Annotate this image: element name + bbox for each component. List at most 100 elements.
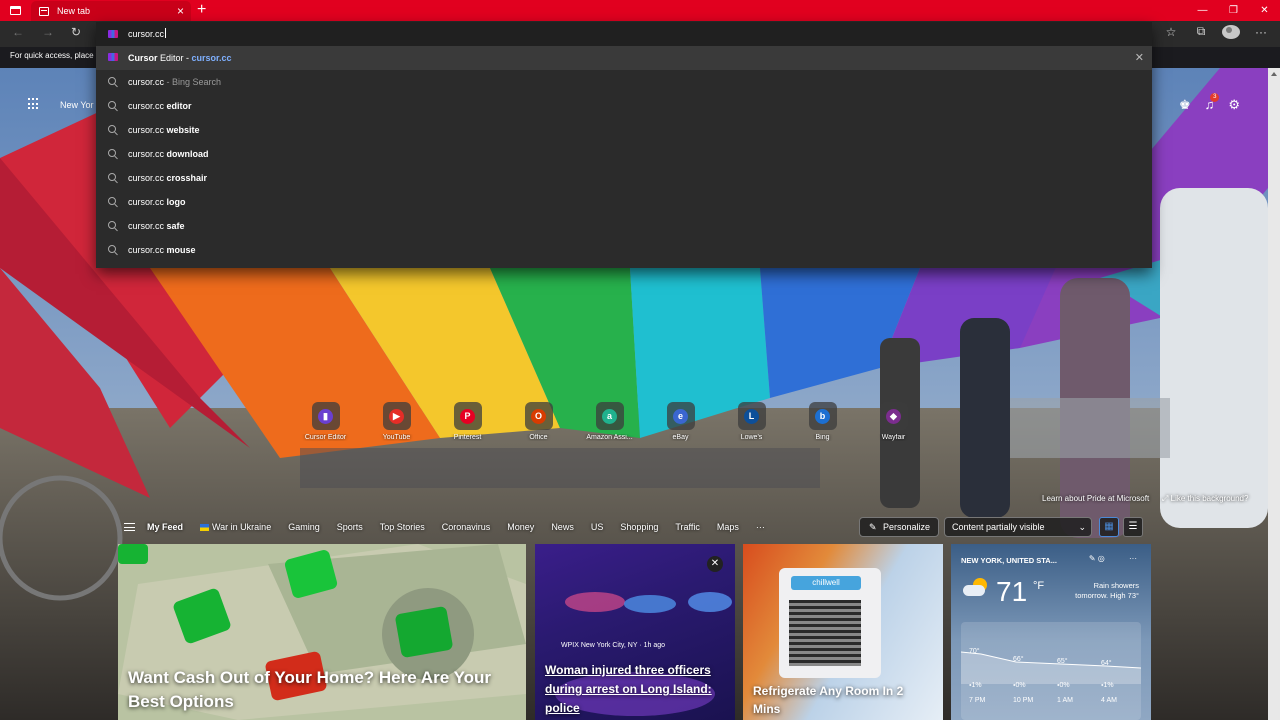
feed-tab[interactable]: Sports (337, 522, 363, 532)
scroll-up-arrow-icon[interactable] (1271, 70, 1277, 79)
personalize-button[interactable]: Personalize (859, 517, 939, 537)
feed-tab[interactable]: Shopping (620, 522, 658, 532)
page-settings-gear-icon[interactable]: ⚙ (1228, 97, 1240, 113)
apps-launcher-icon[interactable] (28, 98, 40, 110)
site-favicon (108, 53, 118, 61)
quick-link[interactable]: ▮ Cursor Editor (290, 402, 361, 441)
quick-link[interactable]: O Office (503, 402, 574, 441)
collections-icon[interactable]: ⧉ (1192, 24, 1210, 39)
feed-tab[interactable]: Maps (717, 522, 739, 532)
partly-cloudy-icon (963, 578, 991, 598)
forward-button[interactable]: → (42, 25, 54, 39)
settings-more-button[interactable]: ··· (1252, 25, 1270, 39)
quick-links: ▮ Cursor Editor ▶ YouTube P Pinterest O Office a… (290, 402, 929, 441)
quick-link-icon: a (595, 402, 624, 430)
weather-card[interactable]: NEW YORK, UNITED STA... ✎ ◎ ··· 71 °F Ra… (951, 544, 1151, 720)
suggestion-search[interactable]: cursor.cc - Bing Search (96, 70, 1152, 94)
suggestion-text: Cursor Editor - cursor.cc (128, 53, 232, 63)
list-layout-icon[interactable]: ☰ (1123, 517, 1143, 537)
minimize-button[interactable]: — (1187, 0, 1218, 21)
weather-city-short[interactable]: New Yor (60, 100, 94, 110)
feed-tab[interactable]: My Feed (147, 522, 183, 532)
rewards-icon[interactable]: ♚ (1179, 97, 1191, 113)
location-icon[interactable]: ◎ (1098, 554, 1105, 563)
feed-tab[interactable]: Gaming (288, 522, 320, 532)
quick-link-label: YouTube (382, 434, 411, 441)
quick-link[interactable]: ◆ Wayfair (858, 402, 929, 441)
hourly-time: 1 AM (1057, 697, 1073, 704)
news-card-long-island[interactable]: ✕ WPIX New York City, NY · 1h ago Woman … (535, 544, 735, 720)
maximize-button[interactable]: ❐ (1218, 0, 1249, 21)
window-controls: — ❐ ✕ (1187, 0, 1280, 21)
new-tab-button[interactable]: + (197, 1, 206, 19)
card-title[interactable]: Want Cash Out of Your Home? Here Are You… (128, 666, 520, 714)
suggestion-search[interactable]: cursor.cc download (96, 142, 1152, 166)
suggestion-text: cursor.cc editor (128, 101, 192, 111)
title-bar: New tab × + — ❐ ✕ (0, 0, 1280, 21)
quick-link[interactable]: L Lowe's (716, 402, 787, 441)
hourly-forecast-graph (961, 622, 1141, 720)
favorites-star-icon[interactable]: ☆ (1162, 25, 1180, 39)
hourly-time: 4 AM (1101, 697, 1117, 704)
weather-unit[interactable]: °F (1033, 580, 1044, 592)
suggestion-search[interactable]: cursor.cc logo (96, 190, 1152, 214)
content-visibility-select[interactable]: Content partially visible ⌄ (944, 517, 1092, 537)
search-icon (108, 197, 116, 205)
profile-avatar[interactable] (1222, 24, 1240, 39)
feed-tab[interactable]: US (591, 522, 604, 532)
feed-tab[interactable]: ··· (756, 522, 765, 532)
suggestion-search[interactable]: cursor.cc crosshair (96, 166, 1152, 190)
feed-tab[interactable]: News (551, 522, 574, 532)
suggestion-search[interactable]: cursor.cc editor (96, 94, 1152, 118)
like-background-link[interactable]: ⤢ Like this background? (1162, 494, 1248, 504)
hourly-temp: 65° (1057, 658, 1068, 665)
ad-card-chillwell[interactable]: chillwell Refrigerate Any Room In 2 Mins (743, 544, 943, 720)
tab-close-icon[interactable]: × (177, 4, 184, 18)
like-background-label: Like this background? (1170, 494, 1249, 503)
suggestion-text: cursor.cc crosshair (128, 173, 208, 183)
card-title[interactable]: Woman injured three officers during arre… (545, 661, 731, 718)
card-title[interactable]: Refrigerate Any Room In 2 Mins (753, 682, 933, 718)
feed-tab[interactable]: Top Stories (380, 522, 425, 532)
suggestion-search[interactable]: cursor.cc safe (96, 214, 1152, 238)
tab-new-tab[interactable]: New tab × (31, 1, 191, 21)
feed-tab[interactable]: Traffic (675, 522, 700, 532)
address-bar[interactable]: cursor.cc (96, 22, 1152, 46)
notifications-bell-icon[interactable]: ♫ 3 (1205, 93, 1220, 113)
news-card-home-cash[interactable]: Want Cash Out of Your Home? Here Are You… (118, 544, 526, 720)
edit-pencil-icon[interactable]: ✎ (1089, 554, 1096, 563)
suggestion-text: cursor.cc logo (128, 197, 186, 207)
search-icon (108, 77, 116, 85)
weather-desc-line1: Rain showers (1093, 581, 1139, 590)
window-close-button[interactable]: ✕ (1249, 0, 1280, 21)
learn-about-pride-link[interactable]: Learn about Pride at Microsoft (1042, 494, 1149, 503)
feed-tab[interactable]: War in Ukraine (200, 522, 271, 532)
address-input[interactable]: cursor.cc (128, 28, 167, 39)
quick-link[interactable]: b Bing (787, 402, 858, 441)
feed-menu-icon[interactable] (124, 523, 135, 531)
feed-tab[interactable]: Coronavirus (442, 522, 491, 532)
quick-link[interactable]: a Amazon Assi... (574, 402, 645, 441)
quick-link[interactable]: P Pinterest (432, 402, 503, 441)
weather-location[interactable]: NEW YORK, UNITED STA... (961, 556, 1057, 565)
hourly-temp: 66° (1013, 656, 1024, 663)
back-button[interactable]: ← (12, 25, 24, 39)
quick-link-icon: ▶ (382, 402, 411, 430)
page-scrollbar[interactable] (1268, 68, 1280, 720)
suggestion-site[interactable]: Cursor Editor - cursor.cc ✕ (96, 46, 1152, 70)
suggestion-search[interactable]: cursor.cc website (96, 118, 1152, 142)
grid-layout-icon[interactable]: ▦ (1099, 517, 1119, 537)
remove-suggestion-icon[interactable]: ✕ (1135, 51, 1144, 64)
quick-link-icon: P (453, 402, 482, 430)
quick-link[interactable]: e eBay (645, 402, 716, 441)
feed-tab[interactable]: Money (507, 522, 534, 532)
suggestion-search[interactable]: cursor.cc mouse (96, 238, 1152, 262)
chillwell-logo: chillwell (791, 576, 861, 590)
more-icon[interactable]: ··· (1129, 554, 1137, 563)
tab-actions-icon[interactable] (0, 0, 30, 21)
quick-link[interactable]: ▶ YouTube (361, 402, 432, 441)
reload-button[interactable]: ↻ (71, 25, 81, 39)
quick-link-icon: ◆ (879, 402, 908, 430)
dismiss-card-icon[interactable]: ✕ (707, 556, 723, 572)
quick-link-icon: e (666, 402, 695, 430)
